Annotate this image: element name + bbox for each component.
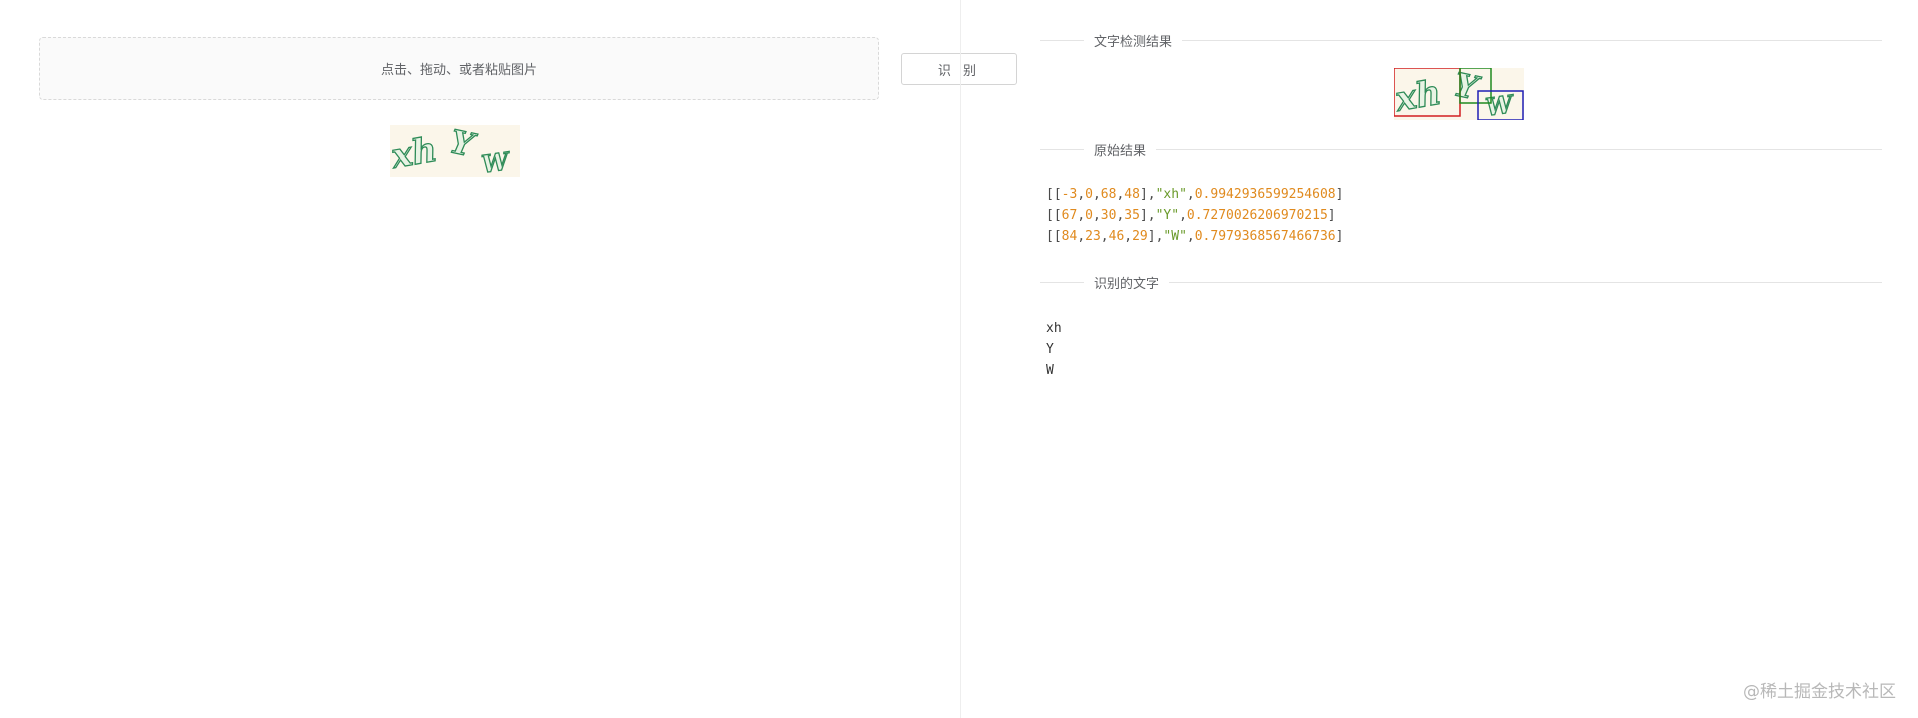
raw-box-value: 84 (1061, 229, 1078, 244)
recognized-section-title: 识别的文字 (1094, 276, 1160, 292)
upload-hint: 点击、拖动、或者粘贴图片 (380, 63, 537, 78)
divider-line (1182, 39, 1882, 41)
captcha-char-xh: xh (1394, 73, 1444, 120)
raw-result-line: [[-3,0,68,48],"xh",0.9942936599254608] (1046, 187, 1344, 202)
raw-box-value: 30 (1100, 208, 1117, 223)
raw-box-value: 68 (1100, 187, 1117, 202)
raw-box-value: 0 (1085, 208, 1093, 223)
raw-result-line: [[67,0,30,35],"Y",0.7270026206970215] (1046, 208, 1336, 223)
captcha-char-Y: Y (447, 125, 480, 165)
recognized-text-line: Y (1046, 342, 1054, 357)
recognized-text-block: xh Y W (1046, 318, 1062, 381)
captcha-char-W: W (1484, 89, 1517, 120)
divider-line (1156, 148, 1882, 150)
detection-section-title: 文字检测结果 (1094, 34, 1173, 50)
raw-box-value: 0 (1085, 187, 1093, 202)
raw-text-value: "xh" (1155, 187, 1187, 202)
captcha-char-W: W (480, 146, 513, 177)
raw-box-value: -3 (1061, 187, 1078, 202)
raw-section-header: 原始结果 (1040, 139, 1882, 159)
raw-text-value: "Y" (1155, 208, 1180, 223)
divider-line (1040, 281, 1084, 283)
captcha-char-xh: xh (390, 130, 440, 177)
raw-box-value: 23 (1085, 229, 1101, 244)
divider-line (1040, 39, 1084, 41)
raw-box-value: 67 (1061, 208, 1078, 223)
raw-result-line: [[84,23,46,29],"W",0.7979368567466736] (1046, 229, 1344, 244)
recognized-text-line: xh (1046, 321, 1062, 336)
raw-score-value: 0.7979368567466736 (1194, 229, 1336, 244)
raw-section-title: 原始结果 (1094, 143, 1147, 159)
right-pane: 文字检测结果 xh Y W 原始结果 [[-3,0,68,48],"xh",0.… (961, 0, 1918, 718)
raw-box-value: 48 (1124, 187, 1140, 202)
raw-box-value: 35 (1124, 208, 1140, 223)
raw-results-block: [[-3,0,68,48],"xh",0.9942936599254608] [… (1046, 184, 1343, 247)
captcha-preview-image: xh Y W (390, 125, 520, 177)
divider-line (1040, 148, 1084, 150)
raw-score-value: 0.9942936599254608 (1194, 187, 1336, 202)
raw-text-value: "W" (1163, 229, 1187, 244)
raw-box-value: 29 (1132, 229, 1148, 244)
upload-dropzone[interactable]: 点击、拖动、或者粘贴图片 (39, 37, 879, 100)
captcha-char-Y: Y (1451, 68, 1484, 108)
recognized-section-header: 识别的文字 (1040, 272, 1882, 292)
detection-result-image: xh Y W (1394, 68, 1524, 120)
recognized-text-line: W (1046, 363, 1054, 378)
raw-score-value: 0.7270026206970215 (1186, 208, 1328, 223)
watermark: @稀土掘金技术社区 (1743, 682, 1896, 702)
detection-section-header: 文字检测结果 (1040, 30, 1882, 50)
left-pane: 点击、拖动、或者粘贴图片 xh Y W 识 别 (0, 0, 1017, 718)
raw-box-value: 46 (1108, 229, 1125, 244)
divider-line (1169, 281, 1882, 283)
